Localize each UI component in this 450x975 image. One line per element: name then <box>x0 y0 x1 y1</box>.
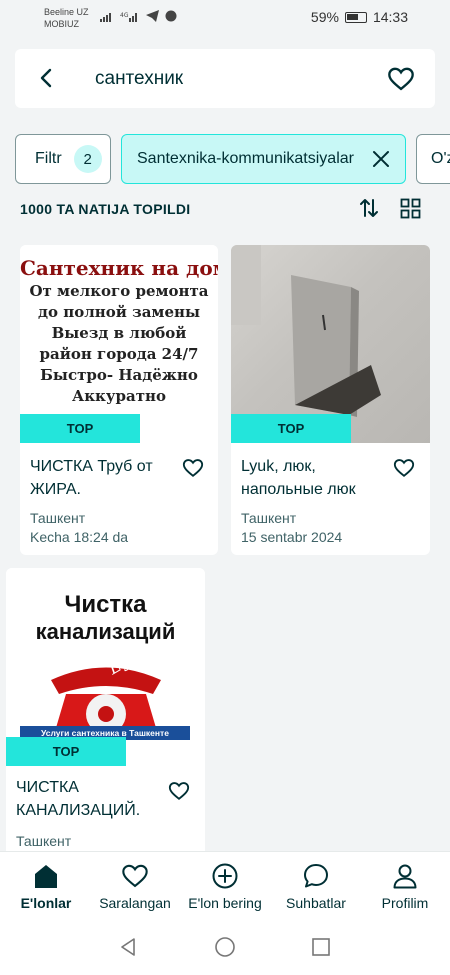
bottom-nav: E'lonlar Saralangan E'lon bering Suhbatl… <box>0 851 450 921</box>
listing-card[interactable]: Сантехник на дом ! От мелкого ремонта до… <box>20 245 218 555</box>
chat-icon <box>304 864 328 888</box>
signal-icon <box>100 12 111 22</box>
search-bar[interactable]: сантехник <box>15 49 435 108</box>
nav-favorites[interactable]: Saralangan <box>96 852 174 922</box>
close-icon[interactable] <box>371 149 391 169</box>
image-text-line: до полной замены <box>38 303 200 321</box>
favorite-search-heart-icon[interactable] <box>387 65 415 93</box>
grid-view-icon[interactable] <box>400 198 421 219</box>
system-home-icon[interactable] <box>214 936 236 958</box>
sort-icon[interactable] <box>358 197 380 219</box>
category-chip-label: Santexnika-kommunikatsiyalar <box>137 150 354 167</box>
chat-notification-icon <box>165 10 177 22</box>
image-text-line: Чистка <box>64 591 147 618</box>
listing-card[interactable]: TOP Lyuk, люк, напольные люк Ташкент 15 … <box>231 245 430 555</box>
nav-chats[interactable]: Suhbatlar <box>281 852 351 922</box>
result-count: 1000 TA NATIJA TOPILDI <box>20 201 191 217</box>
top-badge: TOP <box>20 414 140 443</box>
nav-label: Saralangan <box>99 895 171 911</box>
own-listings-chip[interactable]: O'z <box>416 134 450 184</box>
listing-date: Kecha 18:24 da <box>30 529 129 545</box>
listing-location: Ташкент <box>30 510 86 526</box>
nav-profile[interactable]: Profilim <box>373 852 437 922</box>
telegram-icon <box>146 10 159 22</box>
filter-label: Filtr <box>35 150 62 167</box>
system-recents-icon[interactable] <box>310 936 332 958</box>
image-text-line: Сантехник на дом ! <box>20 256 218 280</box>
favorite-heart-icon[interactable] <box>182 457 204 479</box>
filter-button[interactable]: Filtr 2 <box>15 134 111 184</box>
home-icon <box>35 865 57 888</box>
battery-icon <box>344 11 367 23</box>
nav-label: E'lonlar <box>20 895 72 911</box>
system-back-icon[interactable] <box>117 936 139 958</box>
back-arrow-icon[interactable] <box>35 66 59 90</box>
favorite-heart-icon[interactable] <box>168 780 190 802</box>
image-text-line: Выезд в любой <box>51 324 187 342</box>
nav-label: E'lon bering <box>188 895 262 911</box>
nav-listings[interactable]: E'lonlar <box>12 852 80 922</box>
top-badge: TOP <box>231 414 351 443</box>
status-right: 59% 14:33 <box>311 9 408 25</box>
listing-title[interactable]: ЧИСТКА КАНАЛИЗАЦИЙ. <box>16 776 166 822</box>
nav-post-ad[interactable]: E'lon bering <box>184 852 266 922</box>
carrier-name: Beeline UZ <box>44 7 89 17</box>
listing-title[interactable]: Lyuk, люк, напольные люк <box>241 455 391 501</box>
carrier-info: Beeline UZ MOBIUZ <box>44 6 89 30</box>
person-icon <box>393 864 417 889</box>
battery-percent: 59% <box>310 9 339 25</box>
filter-chips: Filtr 2 Santexnika-kommunikatsiyalar O'z <box>15 134 450 184</box>
carrier-name-2: MOBIUZ <box>44 19 79 29</box>
listing-title[interactable]: ЧИСТКА Труб от ЖИРА. <box>30 455 180 501</box>
category-chip[interactable]: Santexnika-kommunikatsiyalar <box>121 134 406 184</box>
listing-date: 15 sentabr 2024 <box>241 529 343 545</box>
image-text-line: Быстро- Надёжно <box>40 366 198 384</box>
search-input[interactable]: сантехник <box>95 68 183 90</box>
listing-location: Ташкент <box>16 833 72 849</box>
image-text-line: От мелкого ремонта <box>29 282 209 300</box>
heart-icon <box>122 864 148 888</box>
clock: 14:33 <box>372 9 408 25</box>
signal-icons: 4G <box>100 10 177 22</box>
listing-location: Ташкент <box>241 510 297 526</box>
filter-count-badge: 2 <box>73 145 102 173</box>
image-text-line: район города 24/7 <box>39 345 199 363</box>
image-text-line: Аккуратно <box>72 387 166 405</box>
signal-4g-icon: 4G <box>120 12 137 22</box>
plus-circle-icon <box>212 863 238 889</box>
svg-text:4G: 4G <box>120 12 129 19</box>
image-text-line: канализаций <box>35 619 176 644</box>
system-nav-bar <box>0 921 450 975</box>
nav-label: Profilim <box>381 895 429 911</box>
favorite-heart-icon[interactable] <box>393 457 415 479</box>
own-listings-chip-label: O'z <box>431 150 450 167</box>
status-bar: Beeline UZ MOBIUZ 4G 59% 14:33 <box>0 0 450 36</box>
listing-card[interactable]: Чистка канализаций Egorov Услуги сантехн… <box>6 568 205 858</box>
top-badge: TOP <box>6 737 126 766</box>
nav-label: Suhbatlar <box>286 895 346 911</box>
